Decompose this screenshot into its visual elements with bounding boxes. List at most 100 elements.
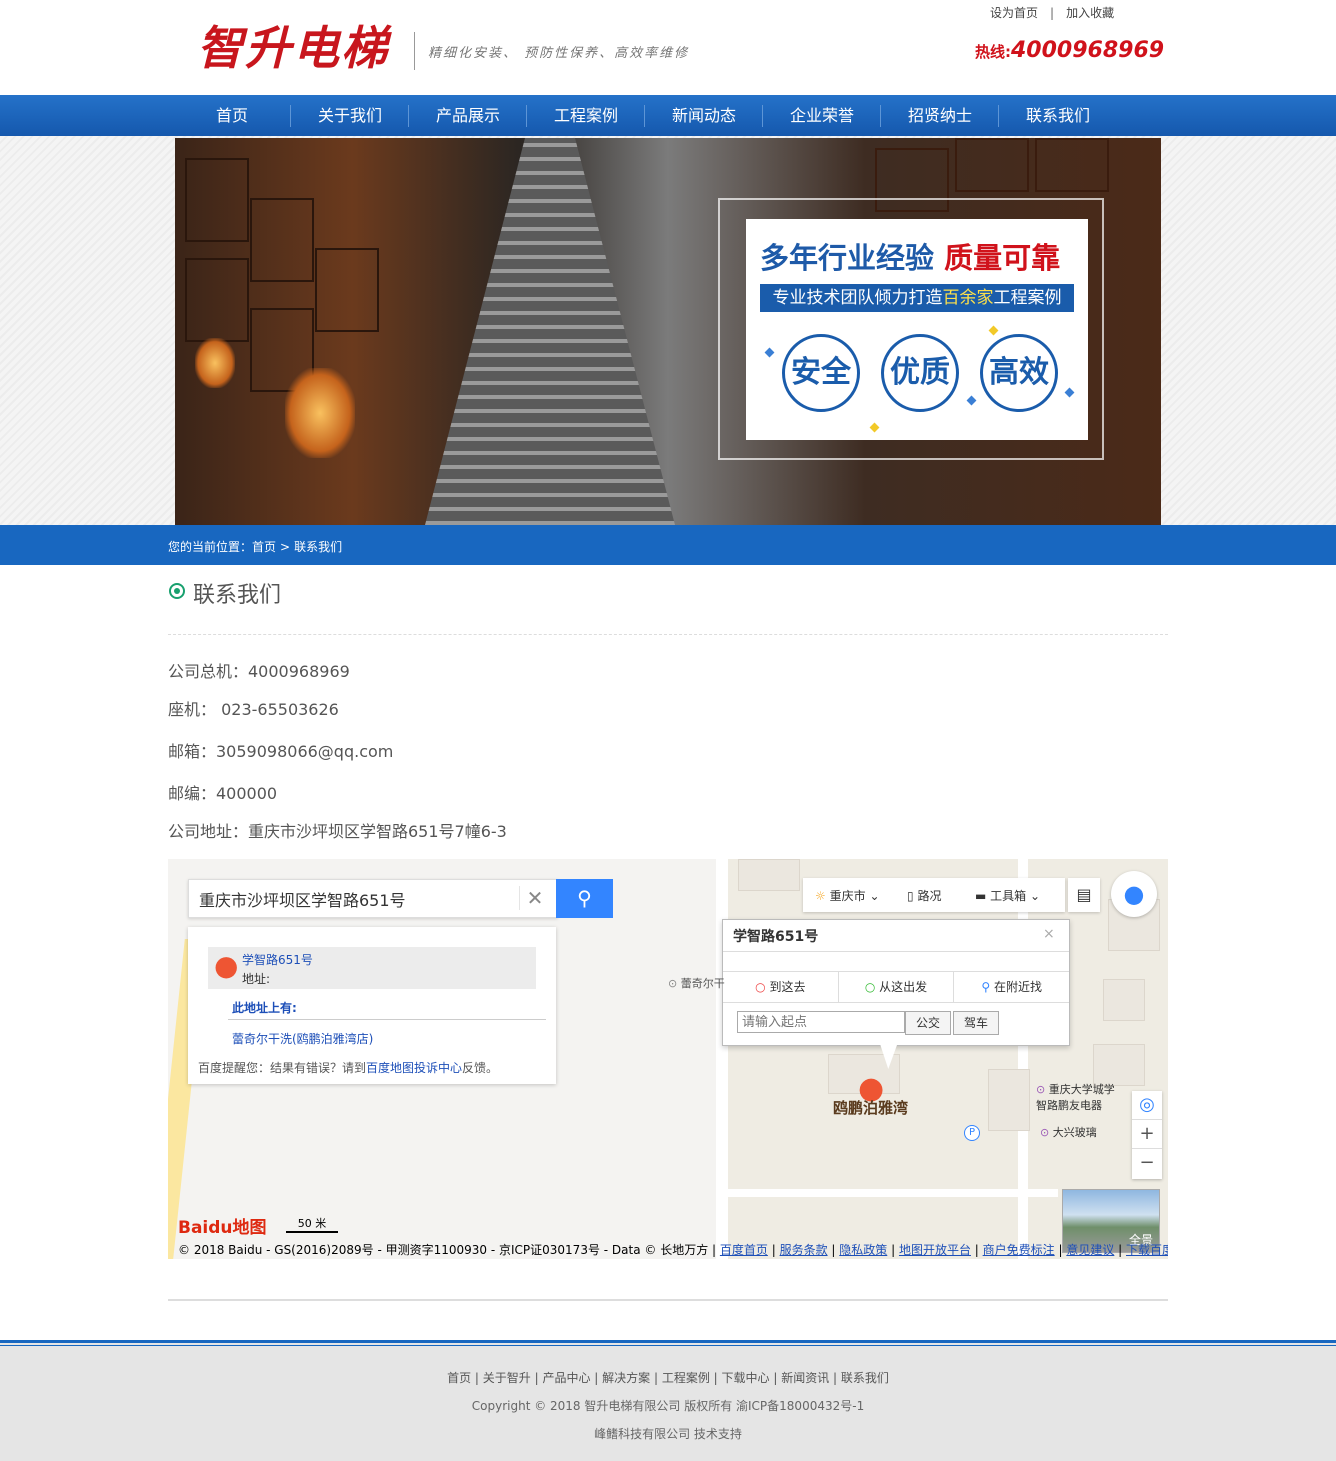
nav-item-cases[interactable]: 工程案例 bbox=[527, 95, 645, 136]
nav-item-jobs[interactable]: 招贤纳士 bbox=[881, 95, 999, 136]
contact-email: 邮箱：3059098066@qq.com bbox=[168, 742, 394, 761]
footer-link-news[interactable]: 新闻资讯 bbox=[781, 1371, 829, 1385]
tab-start-here[interactable]: ○ 从这出发 bbox=[839, 972, 955, 1002]
map-link-terms[interactable]: 服务条款 bbox=[780, 1243, 828, 1257]
title-divider bbox=[168, 634, 1168, 635]
nav-item-honors[interactable]: 企业荣誉 bbox=[763, 95, 881, 136]
banner-panel: 多年行业经验 质量可靠 专业技术团队倾力打造百余家工程案例 安全 优质 高效 bbox=[746, 219, 1088, 440]
breadcrumb-separator: > bbox=[280, 540, 291, 554]
shelf-decoration bbox=[1035, 138, 1109, 192]
zoom-in-button[interactable]: + bbox=[1132, 1120, 1162, 1149]
clear-icon[interactable]: ✕ bbox=[519, 886, 550, 910]
tab-go-here-label: 到这去 bbox=[769, 980, 806, 994]
map-link-baidu-home[interactable]: 百度首页 bbox=[720, 1243, 768, 1257]
poi-laundry[interactable]: ⊙ 蕾奇尔干 bbox=[668, 975, 725, 991]
map-link-feedback[interactable]: 意见建议 bbox=[1066, 1243, 1114, 1257]
footer-link-cases[interactable]: 工程案例 bbox=[662, 1371, 710, 1385]
poi-glass[interactable]: ⊙ 大兴玻璃 bbox=[1040, 1124, 1097, 1140]
site-logo[interactable]: 智升电梯 bbox=[197, 18, 389, 78]
map-link-open-platform[interactable]: 地图开放平台 bbox=[899, 1243, 971, 1257]
shelf-decoration bbox=[185, 158, 249, 242]
chat-icon: ▤ bbox=[1076, 885, 1092, 904]
shop-icon: ⊙ bbox=[1036, 1083, 1046, 1096]
map-traffic-button[interactable]: ▯ 路况 bbox=[907, 887, 941, 904]
drive-button[interactable]: 驾车 bbox=[953, 1011, 999, 1035]
map-message-button[interactable]: ▤ bbox=[1068, 878, 1100, 912]
tab-start-here-label: 从这出发 bbox=[879, 980, 928, 994]
confetti-decoration bbox=[764, 347, 775, 358]
nav-item-news[interactable]: 新闻动态 bbox=[645, 95, 763, 136]
breadcrumb-home-link[interactable]: 首页 bbox=[252, 540, 276, 554]
banner-headline: 多年行业经验 质量可靠 bbox=[760, 235, 1060, 277]
contact-phone: 公司总机：4000968969 bbox=[168, 662, 350, 681]
result-divider bbox=[228, 1019, 546, 1020]
footer-link-solutions[interactable]: 解决方案 bbox=[602, 1371, 650, 1385]
bus-button[interactable]: 公交 bbox=[905, 1011, 951, 1035]
map-building bbox=[1103, 979, 1145, 1021]
map-zoom-control: ◎ + − bbox=[1132, 1091, 1162, 1179]
map-search-button[interactable]: ⚲ bbox=[556, 879, 613, 918]
footer-link-downloads[interactable]: 下载中心 bbox=[722, 1371, 770, 1385]
footer-link-about[interactable]: 关于智升 bbox=[483, 1371, 531, 1385]
map-user-button[interactable]: ● bbox=[1111, 871, 1157, 917]
popup-tabs: ○ 到这去 ○ 从这出发 ⚲ 在附近找 bbox=[723, 971, 1069, 1003]
tab-search-nearby[interactable]: ⚲ 在附近找 bbox=[954, 972, 1069, 1002]
banner-subtitle-b: 工程案例 bbox=[993, 288, 1062, 308]
title-bullet-icon bbox=[169, 583, 185, 599]
badge-safe: 安全 bbox=[782, 334, 860, 412]
map-copyright-text: © 2018 Baidu - GS(2016)2089号 - 甲测资字11009… bbox=[178, 1243, 717, 1257]
search-icon: ⚲ bbox=[577, 886, 592, 910]
nav-item-products[interactable]: 产品展示 bbox=[409, 95, 527, 136]
footer-copyright: Copyright © 2018 智升电梯有限公司 版权所有 渝ICP备1800… bbox=[471, 1399, 865, 1413]
popup-title: 学智路651号 bbox=[733, 929, 819, 945]
map-building bbox=[738, 859, 800, 891]
map-label-estate: 鸥鹏泊雅湾 bbox=[833, 1099, 909, 1117]
result-item[interactable]: ● 学智路651号 地址: bbox=[208, 947, 536, 989]
contact-address: 公司地址：重庆市沙坪坝区学智路651号7幢6-3 bbox=[168, 822, 507, 841]
banner-headline-blue: 多年行业经验 bbox=[760, 241, 935, 275]
page-title: 联系我们 bbox=[193, 583, 282, 608]
add-favorite-link[interactable]: 加入收藏 bbox=[1066, 6, 1114, 20]
map-link-download[interactable]: 下载百度地图 bbox=[1126, 1243, 1168, 1257]
zoom-out-button[interactable]: − bbox=[1132, 1149, 1162, 1177]
circle-icon: ○ bbox=[755, 980, 766, 994]
map-building bbox=[1093, 1044, 1145, 1086]
nav-item-about[interactable]: 关于我们 bbox=[291, 95, 409, 136]
shelf-decoration bbox=[185, 258, 249, 342]
footer-link-home[interactable]: 首页 bbox=[447, 1371, 471, 1385]
tab-go-here[interactable]: ○ 到这去 bbox=[723, 972, 839, 1002]
shop-icon: ⊙ bbox=[668, 977, 678, 990]
result-poi-link[interactable]: 蕾奇尔干洗(鸥鹏泊雅湾店) bbox=[232, 1030, 373, 1047]
result-title[interactable]: 学智路651号 bbox=[242, 951, 313, 968]
baidu-map-logo[interactable]: Baidu地图 bbox=[178, 1213, 267, 1238]
top-link-separator: | bbox=[1050, 6, 1055, 20]
footer-nav: 首页 | 关于智升 | 产品中心 | 解决方案 | 工程案例 | 下载中心 | … bbox=[447, 1371, 889, 1385]
route-start-input[interactable] bbox=[737, 1011, 905, 1033]
footer-link-contact[interactable]: 联系我们 bbox=[841, 1371, 889, 1385]
nav-item-contact[interactable]: 联系我们 bbox=[999, 95, 1117, 136]
baidu-map[interactable]: ✕ ⚲ ● 学智路651号 地址: 此地址上有: 蕾奇尔干洗(鸥鹏泊雅湾店) 百… bbox=[168, 859, 1168, 1259]
site-footer: 首页 | 关于智升 | 产品中心 | 解决方案 | 工程案例 | 下载中心 | … bbox=[0, 1340, 1336, 1461]
result-tip-link[interactable]: 百度地图投诉中心 bbox=[366, 1061, 462, 1075]
map-city-selector[interactable]: ☼ 重庆市 ⌄ bbox=[815, 887, 880, 904]
map-road bbox=[728, 1189, 1058, 1197]
nav-item-home[interactable]: 首页 bbox=[173, 95, 291, 136]
map-building bbox=[988, 1069, 1030, 1131]
map-link-merchant[interactable]: 商户免费标注 bbox=[983, 1243, 1055, 1257]
shop-icon: ⊙ bbox=[1040, 1126, 1050, 1139]
map-tools-label: 工具箱 bbox=[990, 889, 1027, 903]
poi-uni-store[interactable]: ⊙ 重庆大学城学智路鹏友电器 bbox=[1036, 1081, 1116, 1113]
result-tip: 百度提醒您：结果有错误？请到百度地图投诉中心反馈。 bbox=[198, 1059, 498, 1076]
result-address: 地址: bbox=[242, 972, 271, 986]
locate-icon[interactable]: ◎ bbox=[1132, 1091, 1162, 1120]
set-homepage-link[interactable]: 设为首页 bbox=[990, 6, 1038, 20]
map-tools-button[interactable]: ▬ 工具箱 ⌄ bbox=[975, 887, 1040, 904]
banner-subtitle-highlight: 百余家 bbox=[942, 288, 994, 308]
banner-subtitle: 专业技术团队倾力打造百余家工程案例 bbox=[760, 284, 1074, 312]
footer-link-products[interactable]: 产品中心 bbox=[542, 1371, 590, 1385]
close-icon[interactable]: × bbox=[1043, 926, 1055, 942]
map-traffic-label: 路况 bbox=[917, 889, 942, 903]
map-search-input[interactable] bbox=[197, 886, 511, 912]
breadcrumb-label: 您的当前位置： bbox=[168, 540, 253, 554]
map-link-privacy[interactable]: 隐私政策 bbox=[839, 1243, 887, 1257]
